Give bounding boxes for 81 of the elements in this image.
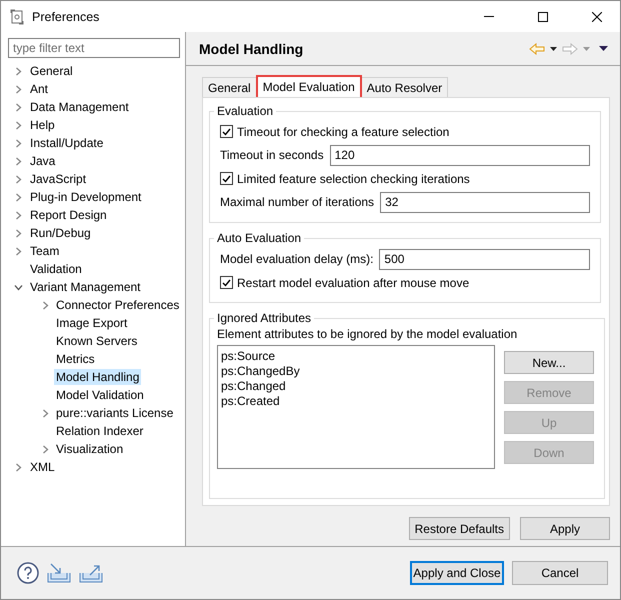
input-field[interactable]: 500 — [379, 248, 590, 270]
checkbox-label: Limited feature selection checking iterations — [237, 172, 470, 186]
tree-item[interactable]: Report Design — [28, 207, 109, 223]
page-title: Model Handling — [199, 40, 304, 56]
checkbox-label: Restart model evaluation after mouse move — [237, 276, 470, 290]
window-title: Preferences — [32, 10, 100, 24]
checkbox[interactable] — [220, 172, 233, 185]
dialog-button[interactable]: Cancel — [512, 561, 608, 585]
expand-icon[interactable] — [14, 156, 22, 166]
expand-icon[interactable] — [42, 408, 48, 418]
dropdown-icon[interactable] — [550, 46, 557, 50]
dialog-button[interactable]: Apply and Close — [410, 561, 504, 585]
tree-item[interactable]: pure::variants License — [54, 405, 176, 421]
tree-item[interactable]: Visualization — [54, 441, 126, 457]
expand-icon[interactable] — [14, 66, 22, 76]
expand-icon[interactable] — [14, 84, 22, 94]
expand-icon[interactable] — [14, 102, 22, 112]
group-title: Auto Evaluation — [216, 231, 302, 245]
expand-icon[interactable] — [14, 462, 22, 472]
description-text: Element attributes to be ignored by the model evaluation — [217, 327, 518, 341]
tree-item[interactable]: Relation Indexer — [54, 423, 146, 439]
field-label: Maximal number of iterations — [220, 195, 374, 209]
page-button[interactable]: Apply — [520, 517, 610, 540]
input-field[interactable]: 32 — [380, 192, 590, 212]
expand-icon[interactable] — [14, 192, 22, 202]
attribute-list[interactable]: ps:Source ps:ChangedBy ps:Changed ps:Created — [217, 345, 495, 469]
tree-item[interactable]: Ant — [28, 81, 50, 97]
help-icon[interactable] — [17, 562, 39, 584]
checkbox[interactable] — [220, 276, 233, 289]
expand-icon[interactable] — [14, 174, 22, 184]
maximize-icon[interactable] — [538, 12, 548, 22]
tree-item[interactable]: Variant Management — [28, 279, 143, 295]
expand-icon[interactable] — [42, 300, 48, 310]
tree-item[interactable]: Data Management — [28, 99, 131, 115]
tab[interactable]: Auto Resolver — [360, 77, 448, 97]
tree-item[interactable]: Known Servers — [54, 333, 140, 349]
tree-item[interactable]: General — [28, 63, 75, 79]
tree-item[interactable]: Image Export — [54, 315, 130, 331]
tree-item[interactable]: XML — [28, 459, 57, 475]
tab[interactable]: General — [202, 77, 257, 97]
group-title: Ignored Attributes — [216, 311, 312, 325]
expand-icon[interactable] — [14, 138, 22, 148]
tree-item[interactable]: Team — [28, 243, 62, 259]
list-item[interactable]: ps:ChangedBy — [221, 364, 491, 379]
list-item[interactable]: ps:Source — [221, 349, 491, 364]
expand-icon[interactable] — [14, 210, 22, 220]
tab[interactable]: Model Evaluation — [256, 75, 362, 97]
expand-icon[interactable] — [42, 444, 48, 454]
tree-item[interactable]: Help — [28, 117, 57, 133]
list-item[interactable]: ps:Changed — [221, 379, 491, 394]
close-icon[interactable] — [592, 12, 602, 22]
list-button[interactable]: New... — [504, 351, 594, 374]
checkbox-label: Timeout for checking a feature selection — [237, 124, 450, 138]
tree-item[interactable]: Run/Debug — [28, 225, 93, 241]
expand-icon[interactable] — [14, 120, 22, 130]
expand-icon[interactable] — [14, 246, 22, 256]
tree-item[interactable]: Plug-in Development — [28, 189, 144, 205]
tree-item[interactable]: Model Handling — [54, 369, 142, 385]
back-arrow-icon[interactable] — [529, 42, 545, 54]
collapse-icon[interactable] — [14, 284, 22, 290]
tree-item[interactable]: JavaScript — [28, 171, 88, 187]
tree-item[interactable]: Model Validation — [54, 387, 146, 403]
tree-item[interactable]: Metrics — [54, 351, 97, 367]
menu-icon[interactable] — [599, 46, 608, 51]
forward-arrow-icon[interactable] — [562, 42, 578, 54]
tree-item[interactable]: Java — [28, 153, 58, 169]
list-item[interactable]: ps:Created — [221, 394, 491, 409]
page-button[interactable]: Restore Defaults — [408, 517, 510, 540]
export-icon[interactable] — [79, 563, 103, 583]
checkbox[interactable] — [220, 125, 233, 138]
import-icon[interactable] — [47, 563, 71, 583]
group-title: Evaluation — [216, 104, 274, 118]
input-field[interactable]: 120 — [330, 144, 590, 166]
field-label: Timeout in seconds — [220, 148, 324, 162]
tree-item[interactable]: Validation — [28, 261, 84, 277]
field-label: Model evaluation delay (ms): — [220, 252, 374, 266]
app-icon — [10, 8, 24, 24]
tree-item[interactable]: Connector Preferences — [54, 297, 182, 313]
expand-icon[interactable] — [14, 228, 22, 238]
tree-item[interactable]: Install/Update — [28, 135, 106, 151]
filter-field[interactable]: type filter text — [8, 38, 180, 58]
